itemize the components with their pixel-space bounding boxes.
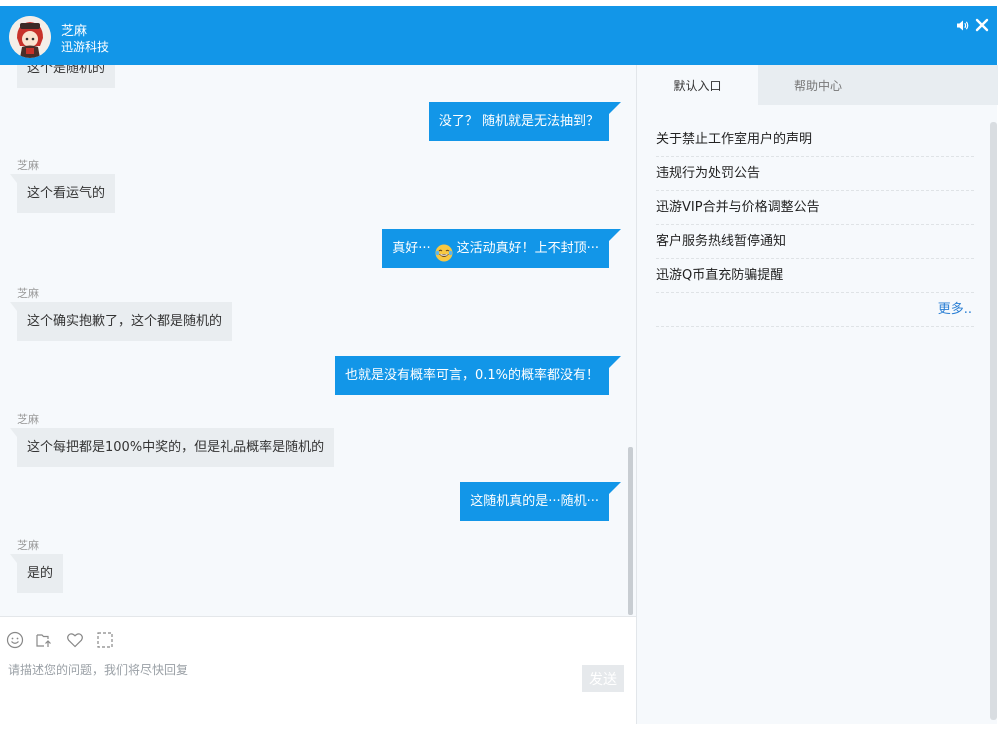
message-text: 也就是没有概率可言，0.1%的概率都没有！ [344,368,599,383]
tab-help-center[interactable]: 帮助中心 [758,65,878,105]
side-tabs: 默认入口 帮助中心 [637,65,998,105]
message-text: 这活动真好！上不封顶··· [456,241,599,256]
screenshot-icon[interactable] [96,631,114,649]
agent-name: 芝麻 [61,24,88,39]
message-bubble-incoming: 这个看运气的 [9,174,116,213]
message-sender: 芝麻 [17,413,39,426]
message-bubble-incoming: 是的 [9,554,64,593]
chat-scrollbar[interactable] [628,447,633,615]
message-text: 这个看运气的 [27,186,106,201]
message-toolbar [0,616,636,657]
message-text: 没了？ 随机就是无法抽到？ [438,114,599,129]
message-bubble-outgoing: 这随机真的是···随机··· [460,482,621,521]
message-text: 是的 [27,566,54,581]
side-panel: 默认入口 帮助中心 关于禁止工作室用户的声明 违规行为处罚公告 迅游VIP合并与… [636,65,998,724]
notice-link[interactable]: 客户服务热线暂停通知 [656,225,974,259]
notice-link[interactable]: 迅游VIP合并与价格调整公告 [656,191,974,225]
laughing-tears-emoji-icon [435,239,453,261]
chat-messages[interactable]: 这个是随机的 没了？ 随机就是无法抽到？ 芝麻 这个看运气的 真好··· 这活动真… [0,65,636,616]
message-sender: 芝麻 [17,287,39,300]
heart-icon[interactable] [66,631,84,649]
more-link[interactable]: 更多.. [656,293,974,327]
notice-link[interactable]: 违规行为处罚公告 [656,157,974,191]
agent-avatar [9,16,51,58]
message-text: 真好··· [392,241,431,256]
company-name: 迅游科技 [61,40,110,54]
smiley-icon[interactable] [6,631,24,649]
message-text: 这随机真的是···随机··· [470,494,599,509]
message-bubble-incoming: 这个确实抱歉了，这个都是随机的 [9,302,233,341]
close-icon[interactable] [974,17,990,33]
message-sender: 芝麻 [17,539,39,552]
notice-link[interactable]: 关于禁止工作室用户的声明 [656,123,974,157]
composer: 发送 [0,656,636,724]
message-bubble-incoming: 这个每把都是100%中奖的，但是礼品概率是随机的 [9,428,335,467]
message-bubble-outgoing: 真好··· 这活动真好！上不封顶··· [382,229,621,268]
message-text: 这个每把都是100%中奖的，但是礼品概率是随机的 [27,440,325,455]
message-bubble-outgoing: 没了？ 随机就是无法抽到？ [428,102,622,141]
message-bubble-outgoing: 也就是没有概率可言，0.1%的概率都没有！ [334,356,622,395]
side-scrollbar[interactable] [990,122,997,720]
message-bubble-incoming: 这个是随机的 [17,65,116,88]
upload-file-icon[interactable] [35,631,53,649]
message-text: 这个是随机的 [27,65,106,76]
message-text: 这个确实抱歉了，这个都是随机的 [27,314,223,329]
notice-link[interactable]: 迅游Q币直充防骗提醒 [656,259,974,293]
send-button[interactable]: 发送 [582,665,624,692]
tab-default-entry[interactable]: 默认入口 [637,65,758,105]
notice-list: 关于禁止工作室用户的声明 违规行为处罚公告 迅游VIP合并与价格调整公告 客户服… [656,123,974,327]
message-sender: 芝麻 [17,159,39,172]
chat-header: 芝麻 迅游科技 [0,6,997,65]
sound-icon[interactable] [956,19,969,32]
message-input[interactable] [6,658,570,682]
